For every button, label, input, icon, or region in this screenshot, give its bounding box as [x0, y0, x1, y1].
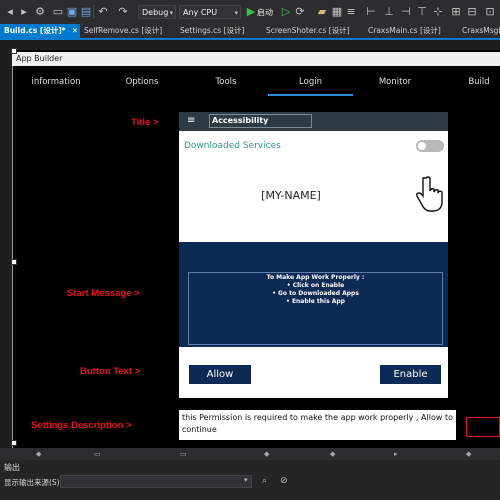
- start-icon[interactable]: ▶: [245, 6, 257, 18]
- undo-icon[interactable]: ↶: [97, 6, 109, 18]
- tab-label: CraxsMsgbox: [462, 26, 500, 35]
- button-text-label: Button Text >: [80, 366, 141, 377]
- component-tray: [0, 448, 500, 460]
- tab-label: CraxsMain.cs [设计]: [368, 26, 441, 35]
- component-icon[interactable]: ◆: [466, 450, 471, 458]
- hamburger-menu-icon: ≡: [187, 115, 196, 126]
- output-source-dropdown[interactable]: [60, 475, 252, 488]
- start-message-label: Start Message >: [67, 288, 140, 299]
- selection-handle[interactable]: [11, 440, 17, 446]
- settings-description-input[interactable]: this Permission is required to make the …: [179, 410, 456, 440]
- message-line: • Go to Downloaded Apps: [272, 290, 359, 297]
- title-input[interactable]: Accessibility: [209, 114, 312, 128]
- message-line: • Enable this App: [286, 298, 345, 305]
- nav-tab-information[interactable]: information: [20, 75, 92, 89]
- align-right-icon[interactable]: ⊣: [400, 6, 412, 18]
- open-icon[interactable]: ▭: [52, 6, 64, 18]
- align-center-icon[interactable]: ⊥: [383, 6, 395, 18]
- component-icon[interactable]: ◆: [330, 450, 335, 458]
- save-all-icon[interactable]: ▤: [80, 6, 92, 18]
- spacing-icon[interactable]: ⊟: [466, 6, 478, 18]
- tab-build[interactable]: Build.cs [设计]* ✕: [0, 24, 80, 38]
- nav-tab-login[interactable]: Login: [268, 75, 353, 89]
- grid-icon[interactable]: ⊡: [484, 6, 496, 18]
- tab-craxsmsgbox[interactable]: CraxsMsgbox: [458, 24, 500, 38]
- nav-tab-options[interactable]: Options: [100, 75, 184, 89]
- folder-icon[interactable]: ▰: [316, 6, 328, 18]
- align-left-icon[interactable]: ⊢: [365, 6, 377, 18]
- nav-tab-monitor[interactable]: Monitor: [353, 75, 437, 89]
- active-tab-indicator: [268, 94, 353, 96]
- platform-value: Any CPU: [183, 8, 218, 17]
- tab-label: SelfRemove.cs [设计]: [84, 26, 163, 35]
- separator: [93, 5, 94, 19]
- back-icon[interactable]: ◂: [4, 6, 16, 18]
- toolbox-icon[interactable]: ▦: [331, 6, 343, 18]
- output-title: 输出: [4, 463, 20, 472]
- tab-settings[interactable]: Settings.cs [设计]: [176, 24, 260, 38]
- message-line: To Make App Work Properly :: [266, 274, 365, 281]
- clear-icon[interactable]: ⊘: [280, 476, 288, 486]
- tab-craxsmain[interactable]: CraxsMain.cs [设计]: [364, 24, 458, 38]
- tab-label: Build.cs [设计]*: [4, 26, 66, 35]
- save-icon[interactable]: ▣: [66, 6, 78, 18]
- tab-label: ScreenShoter.cs [设计]: [266, 26, 350, 35]
- nav-tab-build[interactable]: Build: [437, 75, 500, 89]
- downloaded-services-text: Downloaded Services: [184, 141, 281, 151]
- tab-screenshoter[interactable]: ScreenShoter.cs [设计]: [262, 24, 364, 38]
- component-icon[interactable]: ◆: [36, 450, 41, 458]
- size-icon[interactable]: ⊞: [450, 6, 462, 18]
- red-outline-box: [466, 417, 500, 437]
- output-source-label: 显示输出来源(S):: [4, 478, 63, 487]
- forward-icon[interactable]: ▸: [18, 6, 30, 18]
- component-icon[interactable]: ▭: [180, 450, 187, 458]
- vs-toolbar: ◂ ▸ ⚙ ▭ ▣ ▤ ↶ ↷ Debug ▾ Any CPU ▾ ▶ 启动 ▷ ⟳…: [0, 0, 500, 24]
- component-icon[interactable]: ▭: [94, 450, 101, 458]
- close-icon[interactable]: ✕: [72, 26, 78, 35]
- message-line: • Click on Enable: [286, 282, 345, 289]
- toggle-knob: [418, 142, 426, 150]
- component-icon[interactable]: ▸: [394, 450, 398, 458]
- chevron-down-icon: ▾: [244, 476, 248, 484]
- config-dropdown[interactable]: Debug ▾: [138, 5, 176, 19]
- hot-reload-icon[interactable]: ⟳: [294, 6, 306, 18]
- config-value: Debug: [142, 8, 169, 17]
- chevron-down-icon: ▾: [234, 9, 238, 17]
- new-project-icon[interactable]: ⚙: [34, 6, 46, 18]
- selection-handle[interactable]: [11, 48, 17, 54]
- enable-button[interactable]: Enable: [380, 365, 441, 384]
- app-name-text: [MY-NAME]: [261, 189, 321, 202]
- find-icon[interactable]: ⌕: [262, 476, 267, 486]
- platform-dropdown[interactable]: Any CPU ▾: [179, 5, 241, 19]
- tab-label: Settings.cs [设计]: [180, 26, 245, 35]
- title-label: Title >: [131, 117, 159, 128]
- format-icon[interactable]: ≡: [345, 6, 357, 18]
- document-tabs: Build.cs [设计]* ✕ SelfRemove.cs [设计] Setti…: [0, 24, 500, 40]
- component-icon[interactable]: ◆: [264, 450, 269, 458]
- hand-pointer-icon: [416, 176, 443, 212]
- start-without-debug-icon[interactable]: ▷: [280, 6, 292, 18]
- tab-selfremove[interactable]: SelfRemove.cs [设计]: [80, 24, 176, 38]
- settings-description-label: Settings Description >: [31, 420, 132, 431]
- align-top-icon[interactable]: ⊤: [416, 6, 428, 18]
- chevron-down-icon: ▾: [169, 9, 173, 17]
- redo-icon[interactable]: ↷: [117, 6, 129, 18]
- nav-tab-tools[interactable]: Tools: [184, 75, 268, 89]
- center-icon[interactable]: ⊹: [432, 6, 444, 18]
- selection-handle[interactable]: [11, 259, 17, 265]
- form-title-bar[interactable]: App Builder: [12, 52, 500, 66]
- allow-button[interactable]: Allow: [189, 365, 251, 384]
- start-label[interactable]: 启动: [257, 7, 273, 18]
